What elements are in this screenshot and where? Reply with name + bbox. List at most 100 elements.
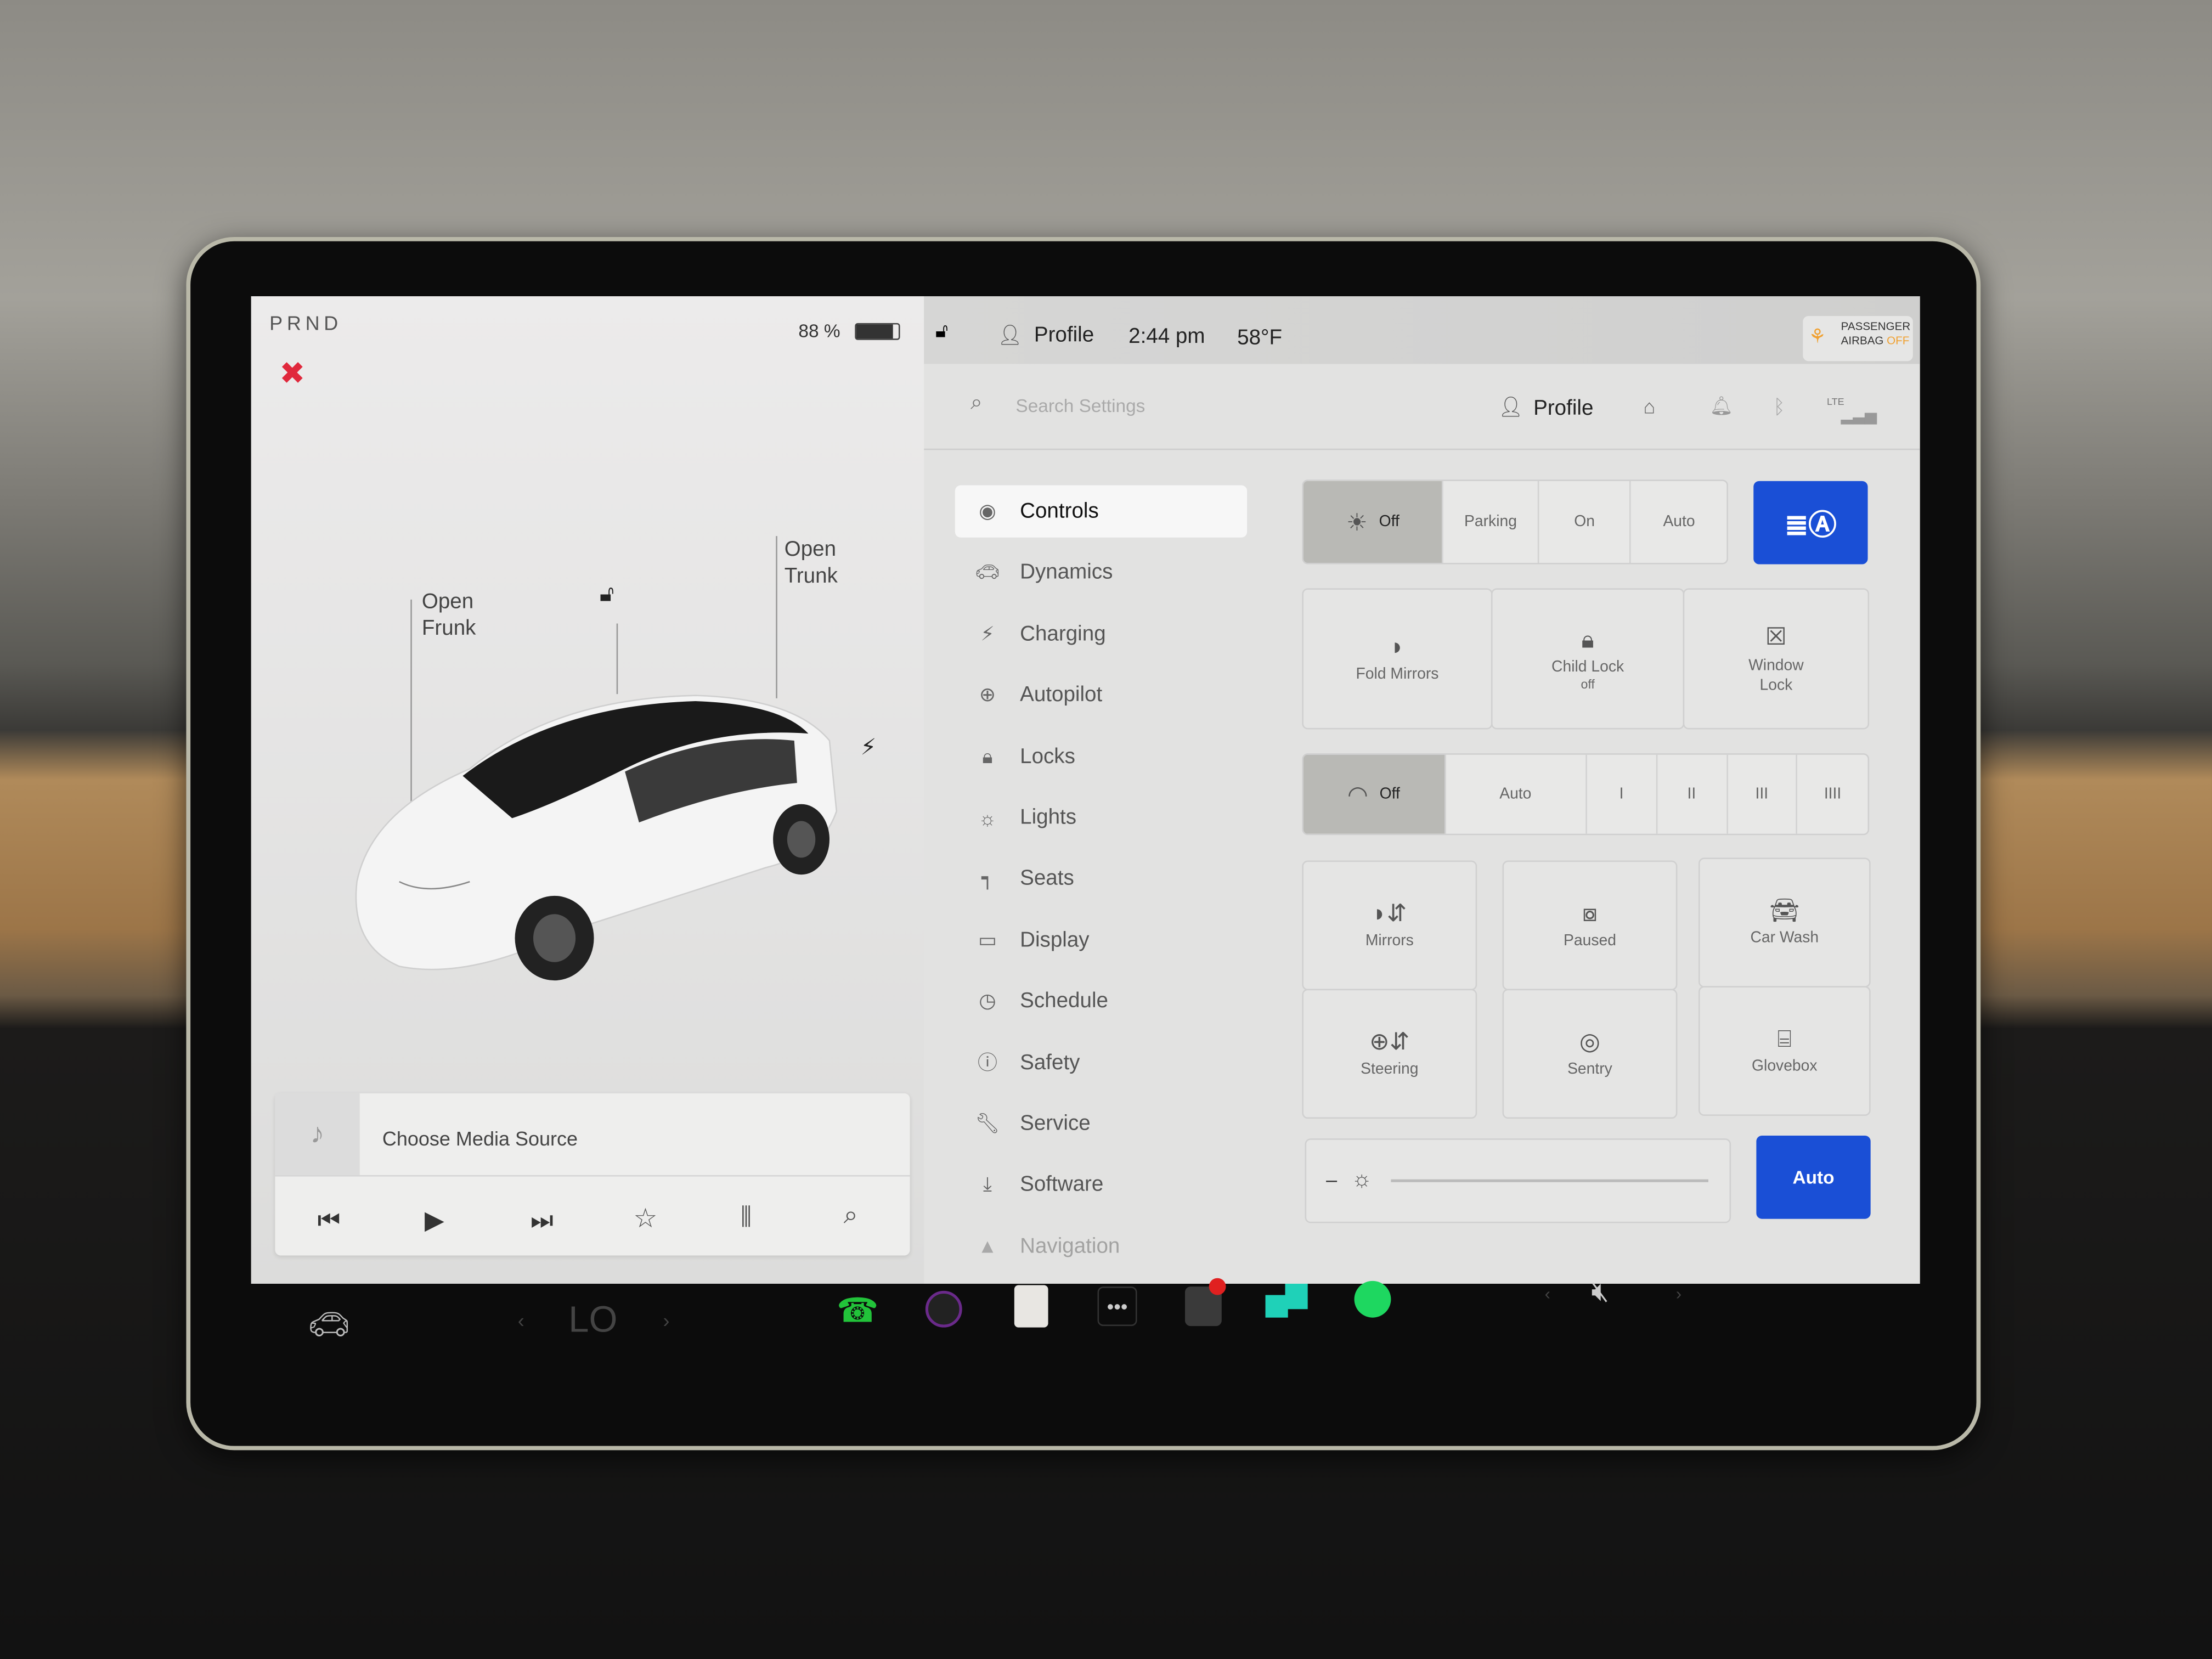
lights-on-option[interactable]: On [1539,481,1632,563]
mirrors-adjust-button[interactable]: ◗⇵ Mirrors [1302,860,1477,991]
volume-down-chevron[interactable]: ‹ [1545,1284,1550,1304]
menu-item-safety[interactable]: ⓘ Safety [955,1036,1247,1088]
play-icon[interactable]: ▶︎ [425,1206,444,1236]
calendar-app-icon[interactable] [1014,1285,1048,1328]
menu-item-label: Controls [1020,499,1099,523]
lock-line [616,623,618,695]
wrench-icon: 🔧︎ [975,1111,1000,1135]
signal-icon: ▂▃▅ [1841,408,1877,425]
fold-mirrors-button[interactable]: ◗ Fold Mirrors [1302,588,1493,730]
charge-port-icon[interactable]: ⚡︎ [861,733,877,761]
menu-item-label: Locks [1020,744,1075,769]
car-wash-button[interactable]: 🚘︎ Car Wash [1698,857,1871,988]
toggle-icon: ◉ [979,499,996,522]
search-icon: ⌕ [970,391,983,415]
touchscreen: PRND ✖ 88 % Open Frunk Open Trunk 🔓︎ ⚡︎ ♪ … [251,296,1920,1284]
window-lock-button[interactable]: ☒ Window Lock [1683,588,1870,730]
car-wash-label: Car Wash [1750,929,1819,947]
cabin-temperature[interactable]: LO [568,1298,617,1342]
equalizer-icon[interactable]: ⫼ [741,1203,752,1231]
wipers-speed-3[interactable]: III [1728,754,1798,834]
lock-status-icon[interactable]: 🔓︎ [935,319,948,343]
menu-item-controls[interactable]: ◉ Controls [955,485,1248,538]
bluetooth-icon[interactable]: ᛒ [1773,395,1785,417]
frunk-label-1: Open [421,589,474,614]
menu-item-label: Schedule [1020,989,1108,1013]
car-wash-icon: 🚘︎ [1769,897,1800,924]
brightness-auto-button[interactable]: Auto [1756,1135,1871,1219]
menu-item-lights[interactable]: ☼ Lights [955,792,1247,844]
menu-item-schedule[interactable]: ◷ Schedule [955,975,1247,1027]
wipers-auto-option[interactable]: Auto [1445,754,1587,834]
menu-item-display[interactable]: ▭ Display [955,914,1247,966]
fold-mirrors-label: Fold Mirrors [1356,665,1439,683]
lights-parking-option[interactable]: Parking [1443,481,1539,563]
window-lock-label-1: Window [1748,656,1804,674]
menu-item-software[interactable]: ⤓ Software [955,1159,1247,1211]
menu-item-autopilot[interactable]: ⊕ Autopilot [955,669,1247,721]
phone-icon[interactable]: ☎︎ [837,1291,879,1332]
lights-off-option[interactable]: ☀︎ Off [1303,481,1444,563]
dashcam-button[interactable]: ⧇ Paused [1502,860,1678,991]
settings-panel: 🔓︎ 👤︎ Profile 2:44 pm 58°F ⚘ PASSENGER AI… [924,296,1920,1284]
wipers-speed-2[interactable]: II [1657,754,1728,834]
temp-down-chevron[interactable]: ‹ [518,1309,524,1331]
steering-adjust-button[interactable]: ⊕⇵ Steering [1302,989,1477,1119]
gear-indicator: PRND [269,312,343,335]
previous-track-icon[interactable]: ⏮︎ [318,1206,341,1236]
menu-item-label: Lights [1020,805,1077,830]
auto-high-beam-button[interactable]: ≣Ⓐ [1753,481,1868,565]
mute-icon[interactable]: 🔇︎ [1592,1277,1609,1309]
next-track-icon[interactable]: ⏭︎ [531,1206,554,1236]
auto-high-beam-icon: ≣Ⓐ [1785,510,1837,542]
wipers-off-option[interactable]: ◠ Off [1303,754,1446,834]
outside-temperature: 58°F [1237,325,1283,350]
car-dock-icon[interactable]: 🚗︎ [308,1305,351,1346]
menu-item-seats[interactable]: ┑ Seats [955,853,1247,905]
media-player: ♪ Choose Media Source ⏮︎ ▶︎ ⏭︎ ☆ ⫼ ⌕ [275,1093,910,1256]
airbag-indicator: ⚘ PASSENGER AIRBAG OFF [1803,315,1913,362]
sentry-button[interactable]: ◎ Sentry [1502,989,1678,1119]
headlight-sun-icon: ☀︎ [1346,508,1368,535]
menu-item-dynamics[interactable]: 🚗︎ Dynamics [955,546,1247,599]
unlock-icon[interactable]: 🔓︎ [600,583,614,608]
dashcam-viewer-icon[interactable] [1184,1278,1226,1327]
volume-up-chevron[interactable]: › [1676,1284,1681,1304]
notification-bell-icon[interactable]: 🔔︎ [1710,395,1733,417]
settings-profile-button[interactable]: Profile [1533,397,1593,421]
battery-icon [855,323,900,340]
menu-item-locks[interactable]: 🔒︎ Locks [955,730,1247,782]
menu-item-service[interactable]: 🔧︎ Service [955,1098,1247,1150]
spotify-icon[interactable] [1354,1280,1391,1318]
homelink-icon[interactable]: ⌂ [1644,395,1656,417]
search-settings-input[interactable]: Search Settings [1015,395,1145,416]
glovebox-button[interactable]: ⌸ Glovebox [1698,986,1871,1116]
open-trunk-button[interactable]: Open Trunk [785,536,838,590]
menu-item-charging[interactable]: ⚡︎ Charging [955,608,1247,660]
menu-item-label: Seats [1020,866,1074,891]
airbag-label-2: AIRBAG [1841,334,1884,347]
favorite-star-icon[interactable]: ☆ [634,1203,658,1235]
wipers-selector: ◠ Off Auto I II III IIII [1302,753,1870,836]
steering-wheel-icon: ⊕ [979,683,996,706]
header-divider [924,448,1920,450]
camera-app-icon[interactable] [925,1290,962,1328]
menu-item-label: Safety [1020,1050,1080,1075]
status-profile[interactable]: Profile [1034,323,1094,347]
open-frunk-button[interactable]: Open Frunk [422,588,476,642]
choose-media-source[interactable]: Choose Media Source [382,1127,578,1150]
menu-item-navigation[interactable]: ▲ Navigation [955,1220,1247,1272]
brightness-slider[interactable] [1391,1179,1708,1182]
menu-item-label: Service [1020,1111,1091,1136]
brightness-minus[interactable]: – [1326,1168,1337,1190]
more-apps-icon[interactable]: ••• [1097,1286,1137,1327]
toybox-icon[interactable] [1265,1283,1311,1321]
temp-up-chevron[interactable]: › [663,1309,670,1331]
media-search-icon[interactable]: ⌕ [844,1200,858,1230]
wipers-speed-4[interactable]: IIII [1798,755,1868,834]
lights-auto-option[interactable]: Auto [1632,481,1727,563]
bolt-icon: ⚡︎ [980,622,995,645]
wipers-speed-1[interactable]: I [1587,754,1657,834]
child-lock-button[interactable]: 🔒︎ Child Lock off [1491,588,1685,730]
battery-percent: 88 % [798,320,840,342]
